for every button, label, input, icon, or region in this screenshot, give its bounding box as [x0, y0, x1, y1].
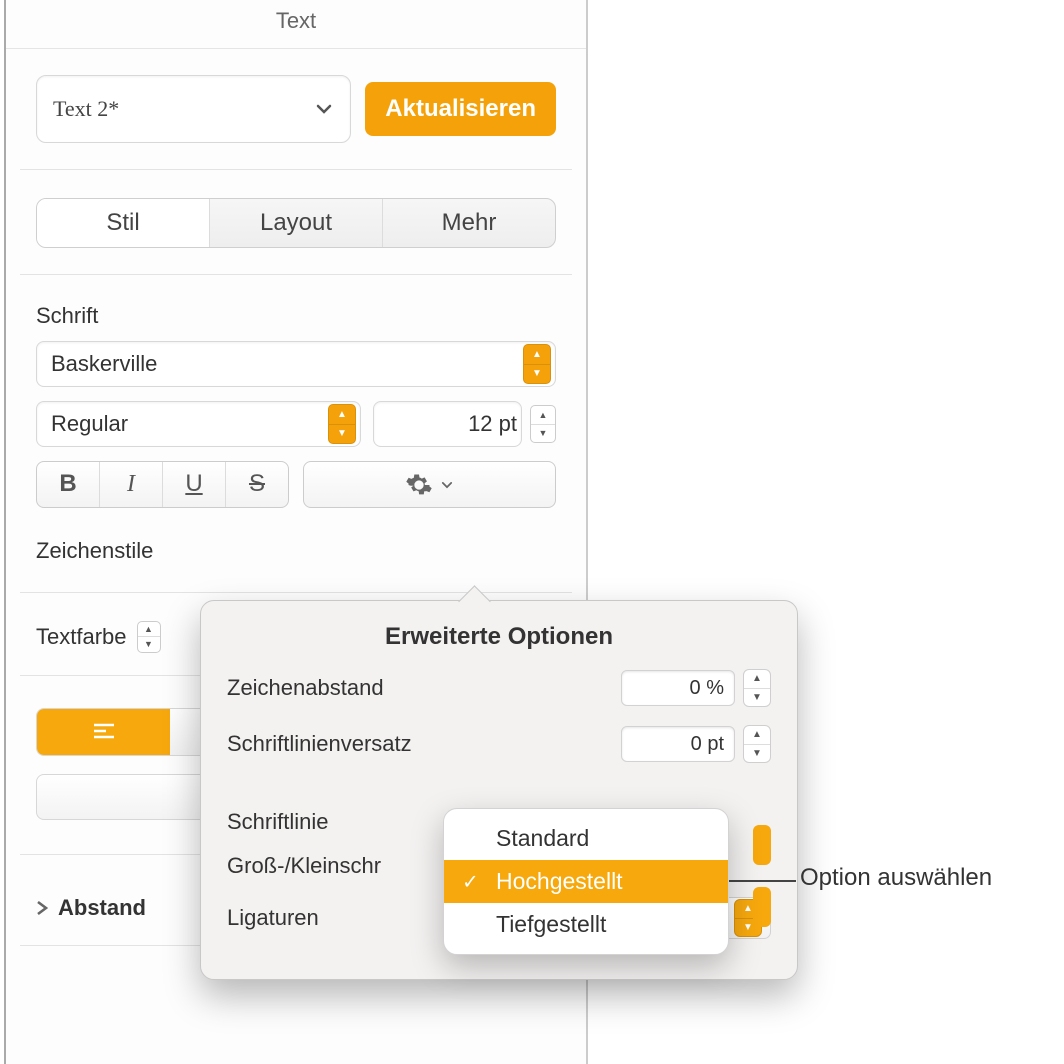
baseline-shift-label: Schriftlinienversatz — [227, 731, 621, 757]
tab-stil[interactable]: Stil — [37, 199, 209, 247]
baseline-option-subscript[interactable]: Tiefgestellt — [444, 903, 728, 946]
inspector-tabs: Stil Layout Mehr — [36, 198, 556, 248]
baseline-option-superscript-label: Hochgestellt — [496, 868, 623, 894]
callout-leader — [728, 880, 796, 882]
update-style-button[interactable]: Aktualisieren — [365, 82, 556, 136]
paragraph-style-name: Text 2* — [53, 96, 119, 122]
popover-title: Erweiterte Optionen — [227, 623, 771, 651]
tracking-stepper[interactable]: ▲▼ — [743, 669, 771, 707]
align-left-icon — [93, 723, 115, 741]
callout-text: Option auswählen — [800, 864, 992, 892]
tab-layout[interactable]: Layout — [209, 199, 382, 247]
bold-button[interactable]: B — [37, 462, 99, 507]
font-size-stepper[interactable]: ▲▼ — [530, 405, 556, 443]
font-family-value: Baskerville — [51, 351, 523, 377]
font-family-select[interactable]: Baskerville ▲▼ — [36, 341, 556, 387]
font-face-value: Regular — [51, 411, 328, 437]
tab-mehr[interactable]: Mehr — [382, 199, 555, 247]
textcolor-stepper[interactable]: ▲▼ — [137, 621, 161, 653]
tracking-label: Zeichenabstand — [227, 675, 621, 701]
chevron-right-icon — [36, 900, 48, 916]
character-styles-label: Zeichenstile — [36, 538, 153, 564]
chevron-down-icon — [314, 99, 334, 119]
font-face-select[interactable]: Regular ▲▼ — [36, 401, 361, 447]
font-heading: Schrift — [36, 303, 556, 329]
italic-button[interactable]: I — [99, 462, 162, 507]
baseline-select-edge — [753, 825, 771, 865]
text-color-label: Textfarbe — [36, 624, 127, 650]
strikethrough-button[interactable]: S — [225, 462, 288, 507]
baseline-option-standard[interactable]: Standard — [444, 817, 728, 860]
tracking-value[interactable]: 0 % — [621, 670, 735, 706]
spacing-label: Abstand — [58, 895, 146, 921]
paragraph-style-select[interactable]: Text 2* — [36, 75, 351, 143]
baseline-shift-value[interactable]: 0 pt — [621, 726, 735, 762]
baseline-shift-stepper[interactable]: ▲▼ — [743, 725, 771, 763]
panel-title: Text — [6, 0, 586, 49]
font-family-stepper-icon: ▲▼ — [523, 344, 551, 384]
baseline-dropdown: Standard ✓ Hochgestellt Tiefgestellt — [443, 808, 729, 955]
font-size-field[interactable]: 12 pt — [373, 401, 522, 447]
caps-select-edge — [753, 887, 771, 927]
advanced-options-button[interactable] — [303, 461, 556, 508]
chevron-down-icon — [440, 478, 454, 492]
font-size-value: 12 pt — [388, 411, 517, 437]
baseline-option-superscript[interactable]: ✓ Hochgestellt — [444, 860, 728, 903]
check-icon: ✓ — [462, 869, 479, 894]
font-face-stepper-icon: ▲▼ — [328, 404, 356, 444]
text-style-group: B I U S — [36, 461, 289, 508]
gear-icon — [405, 471, 433, 499]
underline-button[interactable]: U — [162, 462, 225, 507]
